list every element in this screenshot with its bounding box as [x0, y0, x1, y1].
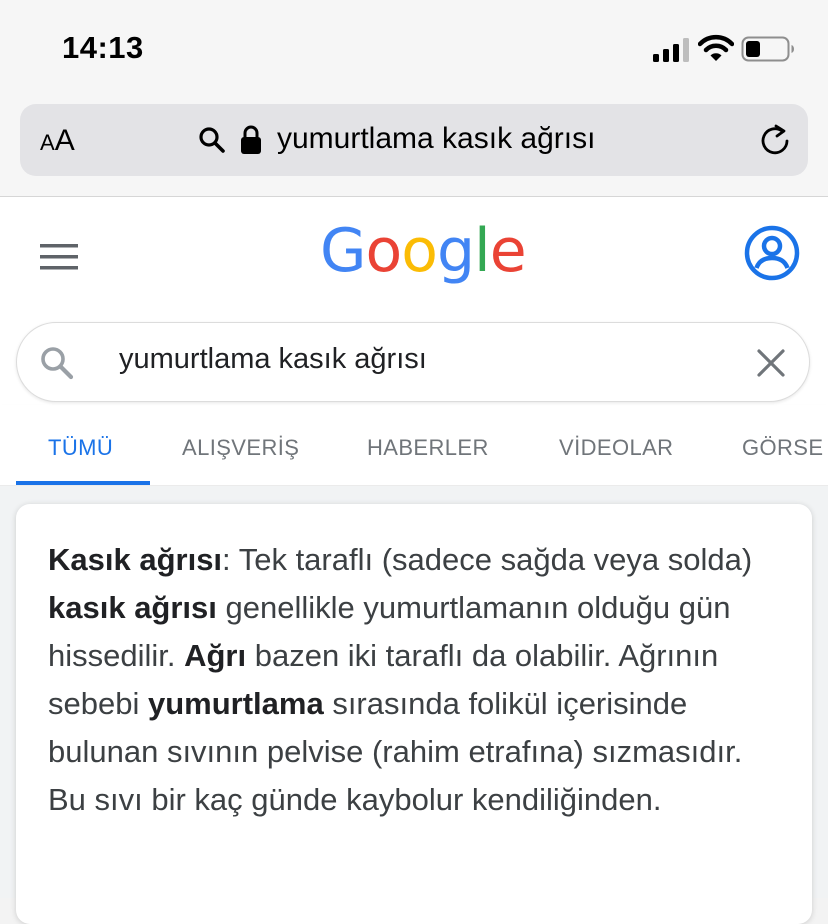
browser-toolbar: AA yumurtlama kasık ağrısı [0, 96, 828, 197]
results-area: Kasık ağrısı: Tek taraflı (sadece sağda … [0, 486, 828, 924]
snippet-bold: Ağrı [184, 638, 247, 673]
featured-snippet-card: Kasık ağrısı: Tek taraflı (sadece sağda … [16, 504, 812, 924]
tab-all[interactable]: TÜMÜ [48, 435, 113, 461]
search-input[interactable]: yumurtlama kasık ağrısı [119, 343, 427, 376]
logo-letter: G [320, 216, 366, 286]
search-tabs: TÜMÜ ALIŞVERİŞ HABERLER VİDEOLAR GÖRSE [0, 405, 828, 486]
url-text[interactable]: yumurtlama kasık ağrısı [277, 122, 595, 156]
text-size-small-letter: A [40, 130, 55, 155]
text-size-large-letter: A [54, 124, 75, 157]
tab-news[interactable]: HABERLER [367, 435, 489, 461]
search-icon[interactable] [39, 345, 75, 381]
logo-letter: o [365, 216, 403, 286]
tab-images[interactable]: GÖRSE [742, 435, 823, 461]
address-bar[interactable]: AA yumurtlama kasık ağrısı [20, 104, 808, 176]
logo-letter: g [436, 216, 475, 286]
tab-shopping[interactable]: ALIŞVERİŞ [182, 435, 299, 461]
featured-snippet-text: Kasık ağrısı: Tek taraflı (sadece sağda … [48, 536, 788, 824]
battery-icon [741, 36, 794, 62]
google-page: Google yumurtlama kasık ağrısı TÜMÜ ALIŞ… [0, 197, 828, 924]
snippet-bold: kasık ağrısı [48, 590, 217, 625]
google-logo[interactable]: Google [320, 216, 527, 286]
snippet-bold: yumurtlama [147, 686, 324, 721]
search-icon [199, 127, 225, 153]
search-box[interactable]: yumurtlama kasık ağrısı [16, 322, 810, 402]
snippet-bold: Kasık ağrısı [48, 542, 223, 577]
status-bar: 14:13 [0, 0, 828, 96]
text-size-button[interactable]: AA [40, 124, 75, 158]
lock-icon [241, 125, 261, 154]
logo-letter: l [474, 216, 491, 286]
status-time: 14:13 [62, 30, 144, 65]
wifi-icon [698, 34, 734, 61]
logo-letter: o [401, 216, 438, 286]
cellular-signal-icon [653, 38, 689, 62]
clear-icon[interactable] [755, 347, 787, 379]
active-tab-indicator [16, 481, 150, 485]
snippet-text: : Tek taraflı (sadece sağda veya solda) [222, 542, 753, 577]
logo-letter: e [489, 216, 527, 286]
tab-videos[interactable]: VİDEOLAR [559, 435, 673, 461]
account-icon[interactable] [744, 225, 800, 281]
menu-icon[interactable] [40, 243, 80, 271]
reload-icon[interactable] [756, 122, 794, 160]
